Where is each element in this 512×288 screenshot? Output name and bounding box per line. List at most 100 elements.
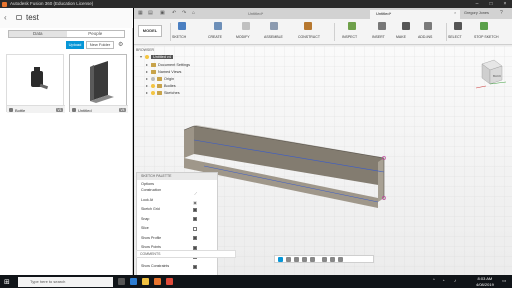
network-icon[interactable]: ◔: [442, 278, 445, 283]
create-tool-icon[interactable]: [214, 22, 222, 30]
palette-row-show-constraints[interactable]: Show Constraints: [137, 262, 217, 272]
modify-tool-icon[interactable]: [242, 22, 250, 30]
browser-item-document-settings[interactable]: ▸ Document Settings: [146, 61, 190, 68]
checkbox[interactable]: [193, 264, 197, 269]
assemble-tool-icon[interactable]: [270, 22, 278, 30]
palette-row-construction[interactable]: Construction ⟋: [137, 186, 217, 196]
file-caption: Untitled V4: [70, 105, 128, 113]
palette-row-sketch-grid[interactable]: Sketch Grid: [137, 205, 217, 215]
fit-icon[interactable]: [310, 257, 315, 262]
orbit-icon[interactable]: [278, 257, 283, 262]
checkbox[interactable]: [193, 236, 197, 240]
ribbon-group-construct[interactable]: CONSTRUCT: [298, 35, 320, 39]
palette-row-show-profile[interactable]: Show Profile: [137, 234, 217, 244]
windows-start-icon[interactable]: ⊞: [4, 278, 10, 286]
visibility-bulb-icon[interactable]: [145, 54, 149, 59]
palette-row-slice[interactable]: Slice: [137, 224, 217, 234]
checkbox[interactable]: [193, 207, 197, 212]
checkbox[interactable]: [193, 226, 197, 231]
volume-icon[interactable]: ♪: [454, 278, 456, 283]
notification-icon[interactable]: ▭: [502, 278, 506, 284]
ribbon-group-stop-sketch[interactable]: STOP SKETCH: [474, 35, 499, 39]
fusion-taskbar-icon[interactable]: [154, 278, 161, 285]
save-icon[interactable]: ▣: [160, 10, 165, 16]
ribbon-group-assemble[interactable]: ASSEMBLE: [264, 35, 283, 39]
expand-caret-icon[interactable]: ▸: [146, 90, 149, 95]
select-tool-icon[interactable]: [454, 22, 462, 30]
doc-tab-untitled-2[interactable]: Untitled*: [370, 10, 460, 19]
expand-caret-icon[interactable]: ▾: [140, 54, 143, 59]
file-menu-icon[interactable]: ▤: [148, 10, 153, 16]
minimize-button[interactable]: –: [470, 0, 484, 8]
undo-icon[interactable]: ↶: [172, 10, 176, 16]
browser-item-origin[interactable]: ▸ Origin: [146, 75, 174, 82]
insert-tool-icon[interactable]: [378, 22, 386, 30]
file-explorer-icon[interactable]: [142, 278, 149, 285]
comments-panel[interactable]: COMMENTS: [136, 250, 236, 258]
visibility-bulb-icon[interactable]: [151, 90, 155, 95]
pan-icon[interactable]: [294, 257, 299, 262]
task-view-icon[interactable]: [118, 278, 125, 285]
taskbar-clock[interactable]: 8:03 AM 4/08/2019: [476, 276, 494, 287]
checkbox[interactable]: [193, 217, 197, 221]
home-icon[interactable]: ⌂: [192, 10, 195, 16]
doc-tab-untitled-1[interactable]: Untitled*: [242, 10, 332, 19]
tab-data[interactable]: Data: [9, 31, 67, 37]
construct-tool-icon[interactable]: [304, 22, 312, 30]
ribbon-group-add-ins[interactable]: ADD-INS: [418, 35, 432, 39]
tray-up-arrow-icon[interactable]: ⌃: [432, 278, 436, 284]
stop-sketch-tool-icon[interactable]: [480, 22, 488, 30]
new-folder-button[interactable]: New Folder: [86, 41, 114, 49]
expand-caret-icon[interactable]: ▸: [146, 76, 149, 81]
ribbon-group-inspect[interactable]: INSPECT: [342, 35, 357, 39]
ribbon-group-modify[interactable]: MODIFY: [236, 35, 250, 39]
visibility-bulb-icon[interactable]: [151, 83, 155, 88]
expand-caret-icon[interactable]: ▸: [146, 62, 149, 67]
add-ins-tool-icon[interactable]: [424, 22, 432, 30]
look-at-icon[interactable]: [286, 257, 291, 262]
close-tab-icon[interactable]: ×: [454, 10, 456, 15]
chrome-icon[interactable]: [166, 278, 173, 285]
edge-icon[interactable]: [130, 278, 137, 285]
palette-row-look-at[interactable]: Look At ▣: [137, 196, 217, 206]
workspace-switcher[interactable]: MODEL: [138, 25, 162, 37]
maximize-button[interactable]: □: [484, 0, 498, 8]
gear-icon[interactable]: ⚙: [118, 41, 123, 48]
data-panel-grid-icon[interactable]: ▦: [138, 10, 143, 16]
user-name[interactable]: Gregory Jones: [464, 11, 489, 15]
back-arrow-icon[interactable]: ‹: [4, 13, 7, 22]
display-settings-icon[interactable]: [322, 257, 327, 262]
browser-root[interactable]: ▾ Untitled v4: [140, 53, 173, 60]
browser-item-named-views[interactable]: ▸ Named Views: [146, 68, 181, 75]
ribbon-group-sketch[interactable]: SKETCH: [172, 35, 186, 39]
visibility-bulb-icon[interactable]: [151, 76, 155, 81]
zoom-icon[interactable]: [302, 257, 307, 262]
ribbon-separator: [446, 23, 447, 41]
checkbox[interactable]: [193, 245, 197, 250]
expand-caret-icon[interactable]: ▸: [146, 69, 149, 74]
canvas-viewport[interactable]: BACK BROWSER ▾ Untitled v4 ▸ Document Se…: [134, 46, 512, 275]
browser-item-sketches[interactable]: ▸ Sketches: [146, 89, 180, 96]
file-thumbnail-bottle[interactable]: Bottle V1: [6, 54, 65, 113]
ribbon-group-create[interactable]: CREATE: [208, 35, 222, 39]
redo-icon[interactable]: ↷: [182, 10, 186, 16]
sketch-tool-icon[interactable]: [178, 22, 186, 30]
viewports-icon[interactable]: [338, 257, 343, 262]
make-tool-icon[interactable]: [402, 22, 410, 30]
expand-caret-icon[interactable]: ▸: [146, 83, 149, 88]
folder-icon: [157, 76, 162, 81]
palette-row-snap[interactable]: Snap: [137, 215, 217, 225]
grid-settings-icon[interactable]: [330, 257, 335, 262]
browser-item-bodies[interactable]: ▸ Bodies: [146, 82, 176, 89]
ribbon-group-select[interactable]: SELECT: [448, 35, 462, 39]
ribbon-group-insert[interactable]: INSERT: [372, 35, 385, 39]
tab-people[interactable]: People: [67, 31, 125, 37]
inspect-tool-icon[interactable]: [348, 22, 356, 30]
upload-button[interactable]: Upload: [66, 41, 84, 49]
file-thumbnail-untitled[interactable]: Untitled V4: [69, 54, 128, 113]
help-icon[interactable]: ?: [500, 10, 503, 16]
close-window-button[interactable]: ×: [498, 0, 512, 8]
windows-taskbar: ⊞ Type here to search ⌃ ◔ ♪ 8:03 AM 4/08…: [0, 275, 512, 288]
taskbar-search-input[interactable]: Type here to search: [18, 276, 113, 287]
ribbon-group-make[interactable]: MAKE: [396, 35, 406, 39]
